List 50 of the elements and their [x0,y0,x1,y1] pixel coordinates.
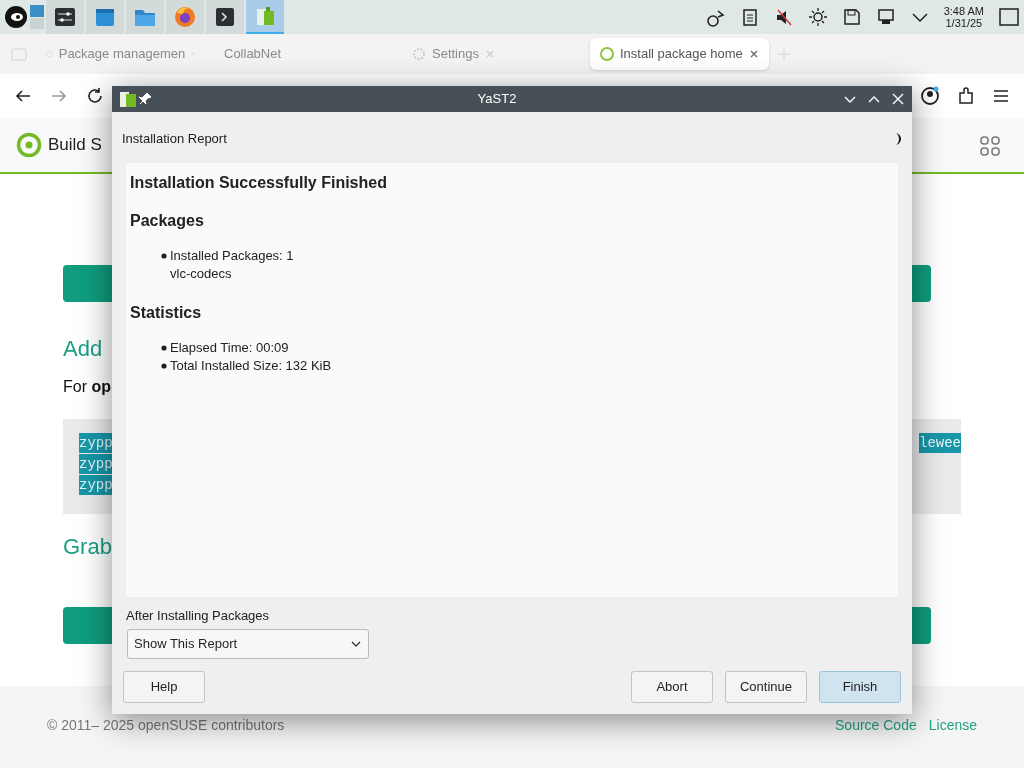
window-title: YaST2 [476,90,518,109]
sliders-icon [53,5,77,29]
dialog-button[interactable]: Finish [819,671,901,703]
save-icon[interactable] [841,7,862,27]
brightness-icon[interactable] [807,7,828,27]
report-heading: Installation Successfully Finished [130,172,388,193]
grid-icon [979,134,1001,157]
section-heading: Statistics [130,302,203,323]
menu-icon[interactable] [992,87,1010,105]
clock-date: 1/31/25 [944,17,984,29]
section-heading: Packages [130,210,205,231]
bullet-icon [160,344,168,353]
taskbar-app-button[interactable] [206,0,244,34]
field-label: After Installing Packages [126,607,270,623]
dialog-button[interactable]: Help [123,671,205,703]
reload-icon[interactable] [86,87,104,105]
monitor-icon[interactable] [875,7,896,27]
dialog-subtitle: Installation Report [122,130,227,148]
extensions-icon[interactable] [956,86,976,106]
show-desktop-icon[interactable] [998,6,1020,28]
list-item: Elapsed Time: 00:09 [170,339,289,355]
site-title: Build S [48,134,102,157]
section-heading: Grab [63,533,112,561]
close-icon [748,49,759,59]
bullet-icon [160,252,168,261]
dialog-button[interactable]: Continue [725,671,807,703]
launcher-icon[interactable] [4,5,28,29]
package-icon [118,89,138,109]
opensuse-logo-icon [600,47,614,61]
network-icon[interactable] [705,7,726,27]
section-heading: Add [63,335,103,363]
package-name: vlc-codecs [170,265,232,281]
account-icon[interactable] [920,86,940,106]
browser-tab[interactable]: Install package home [590,38,769,70]
list-item: Installed Packages: 1 [170,247,294,263]
clock-time: 3:48 AM [943,5,984,17]
pin-icon[interactable] [138,92,152,106]
intro-text: For op [63,377,111,397]
list-item: Total Installed Size: 132 KiB [170,357,332,373]
opensuse-logo-icon [16,132,42,158]
terminal-icon [213,5,237,29]
browser-icon [173,5,197,29]
taskbar-app-button[interactable] [166,0,204,34]
bullet-icon [160,362,168,371]
dialog-button[interactable]: Abort [631,671,713,703]
taskbar-app-button[interactable] [46,0,84,34]
close-icon [485,49,495,59]
close-icon[interactable] [890,91,906,107]
copyright-text: © 2011– 2025 openSUSE contributors [47,715,285,735]
dropdown[interactable]: Show This Report [127,629,369,659]
